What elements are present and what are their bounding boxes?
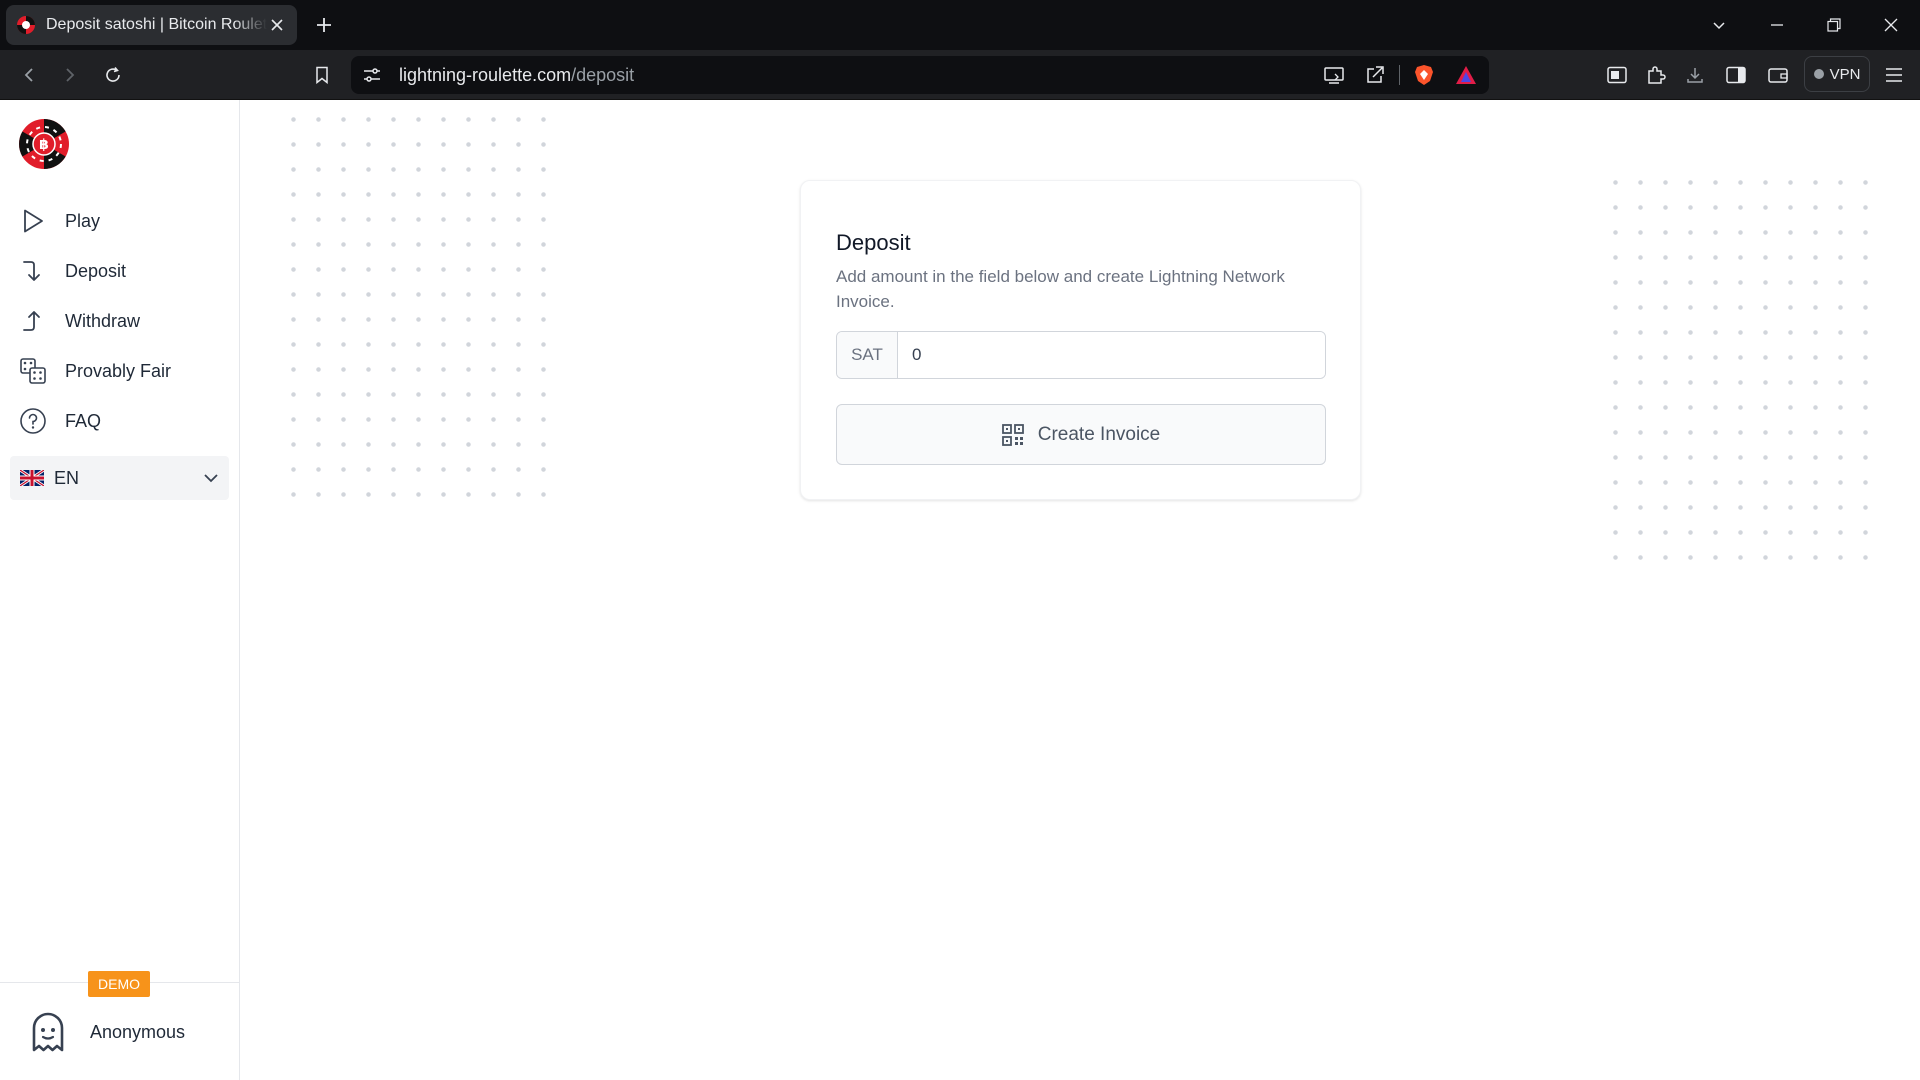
create-invoice-label: Create Invoice xyxy=(1037,423,1161,445)
address-bar[interactable]: lightning-roulette.com/deposit xyxy=(351,56,1489,94)
minimize-icon[interactable] xyxy=(1765,13,1789,37)
menu-icon[interactable] xyxy=(1882,63,1906,87)
back-icon[interactable] xyxy=(17,63,41,87)
dice-icon xyxy=(18,356,48,386)
sidebar-item-deposit[interactable]: Deposit xyxy=(18,253,228,289)
browser-toolbar: lightning-roulette.com/deposit VPN xyxy=(0,50,1920,100)
bookmark-icon[interactable] xyxy=(310,63,334,87)
sidebar: ฿ Play Deposit Withdraw Provably Fair FA… xyxy=(0,100,240,1080)
language-label: EN xyxy=(54,467,80,488)
side-panel-icon[interactable] xyxy=(1724,63,1748,87)
deposit-title: Deposit xyxy=(836,230,911,255)
sidebar-panel-icon[interactable] xyxy=(1605,63,1629,87)
sidebar-item-faq[interactable]: FAQ xyxy=(18,403,228,439)
decorative-dot-grid-left xyxy=(281,107,556,507)
question-circle-icon xyxy=(18,406,48,436)
vpn-button[interactable]: VPN xyxy=(1804,56,1870,92)
deposit-card: Deposit Add amount in the field below an… xyxy=(800,180,1361,500)
sidebar-item-withdraw[interactable]: Withdraw xyxy=(18,303,228,339)
site-favicon-icon xyxy=(17,16,35,34)
decorative-dot-grid-right xyxy=(1603,170,1878,570)
sidebar-item-label: FAQ xyxy=(65,410,102,431)
sidebar-item-label: Play xyxy=(65,210,101,231)
qr-code-icon xyxy=(1001,423,1024,446)
unit-label: SAT xyxy=(837,332,898,378)
chevron-down-icon xyxy=(204,474,218,483)
restore-icon[interactable] xyxy=(1822,13,1846,37)
brave-shields-icon[interactable] xyxy=(1414,64,1434,86)
sidebar-item-label: Withdraw xyxy=(65,310,141,331)
uk-flag-icon xyxy=(20,470,44,486)
roulette-logo-icon[interactable]: ฿ xyxy=(18,118,70,170)
browser-tab-strip: Deposit satoshi | Bitcoin Roulette xyxy=(0,0,1920,50)
amount-input[interactable] xyxy=(898,332,1325,378)
arrow-down-icon xyxy=(18,256,48,286)
sidebar-item-label: Provably Fair xyxy=(65,360,172,381)
sidebar-item-play[interactable]: Play xyxy=(18,203,228,239)
user-name: Anonymous xyxy=(90,1022,186,1042)
ghost-avatar-icon[interactable] xyxy=(26,1010,70,1054)
vpn-label: VPN xyxy=(1829,65,1861,83)
site-settings-icon[interactable] xyxy=(363,67,381,83)
svg-text:฿: ฿ xyxy=(39,137,49,153)
wallet-icon[interactable] xyxy=(1766,63,1790,87)
extensions-icon[interactable] xyxy=(1644,63,1668,87)
arrow-up-icon xyxy=(18,306,48,336)
share-icon[interactable] xyxy=(1365,65,1385,85)
create-invoice-button[interactable]: Create Invoice xyxy=(836,404,1326,465)
demo-badge: DEMO xyxy=(88,971,150,997)
sidebar-item-label: Deposit xyxy=(65,260,127,281)
deposit-description: Add amount in the field below and create… xyxy=(836,267,1285,311)
amount-input-group: SAT xyxy=(836,331,1326,379)
play-icon xyxy=(18,206,48,236)
brave-rewards-icon[interactable] xyxy=(1455,65,1477,85)
tab-search-chevron-icon[interactable] xyxy=(1707,13,1731,37)
tab-close-icon[interactable] xyxy=(267,19,287,31)
sidebar-item-provably-fair[interactable]: Provably Fair xyxy=(18,353,228,389)
language-select[interactable]: EN xyxy=(10,456,229,500)
cast-icon[interactable] xyxy=(1324,66,1344,84)
download-icon[interactable] xyxy=(1683,63,1707,87)
url-text: lightning-roulette.com/deposit xyxy=(399,65,635,85)
browser-tab[interactable]: Deposit satoshi | Bitcoin Roulette xyxy=(6,5,297,45)
forward-icon[interactable] xyxy=(58,63,82,87)
toolbar-divider xyxy=(1399,65,1400,85)
reload-icon[interactable] xyxy=(101,63,125,87)
vpn-status-icon xyxy=(1813,69,1824,79)
tab-title: Deposit satoshi | Bitcoin Roulette xyxy=(46,16,267,33)
window-close-icon[interactable] xyxy=(1879,13,1903,37)
new-tab-icon[interactable] xyxy=(312,13,336,37)
